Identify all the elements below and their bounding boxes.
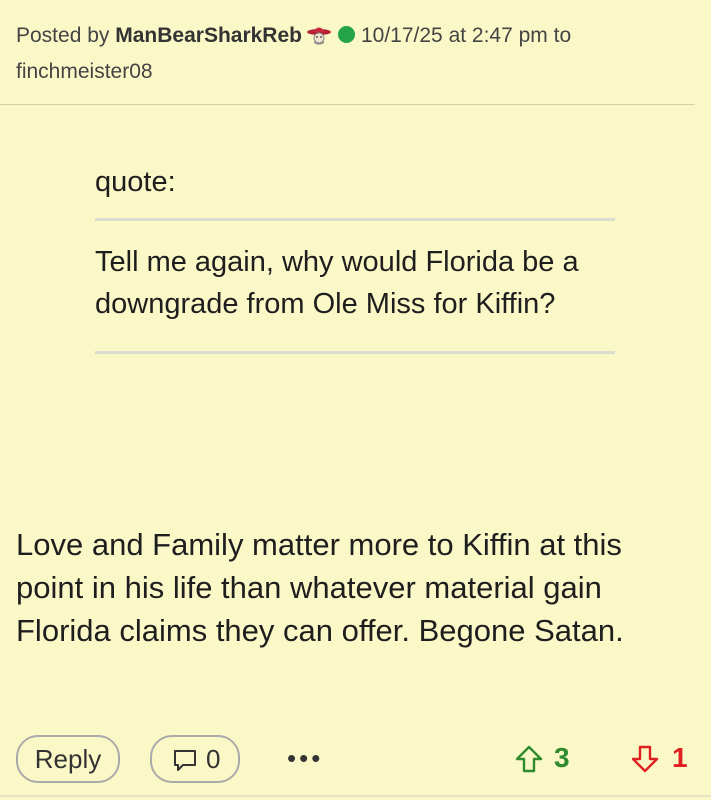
quote-text: Tell me again, why would Florida be a do… [95,246,579,320]
arrow-up-icon [515,745,543,773]
quote-top-rule [95,218,615,221]
upvote-count: 3 [554,742,570,773]
mascot-badge-icon [306,27,331,45]
post-timestamp: 10/17/25 at 2:47 pm [360,24,548,47]
quote-block: quote: Tell me again, why would Florida … [95,160,615,354]
post-footer: Reply 0 ••• 3 1 [0,735,711,783]
arrow-down-icon [631,745,659,773]
quote-bottom-rule [95,351,615,354]
to-label: to [553,24,572,47]
reply-button[interactable]: Reply [16,735,120,783]
post-header: Posted by ManBearSharkReb 10/17/25 at 2:… [16,18,696,90]
author-name[interactable]: ManBearSharkReb [115,24,302,47]
posted-by-label: Posted by [16,24,110,47]
quote-label: quote: [95,166,176,198]
recipient-name[interactable]: finchmeister08 [16,60,153,83]
post-body: Love and Family matter more to Kiffin at… [16,527,624,648]
bottom-divider [0,795,711,797]
downvote-count: 1 [672,742,688,773]
comment-count: 0 [206,744,221,774]
comment-icon [174,750,196,771]
online-status-icon [337,26,355,43]
ellipsis-icon[interactable]: ••• [287,743,327,773]
header-divider [0,104,695,105]
comment-count-button[interactable]: 0 [150,735,240,783]
